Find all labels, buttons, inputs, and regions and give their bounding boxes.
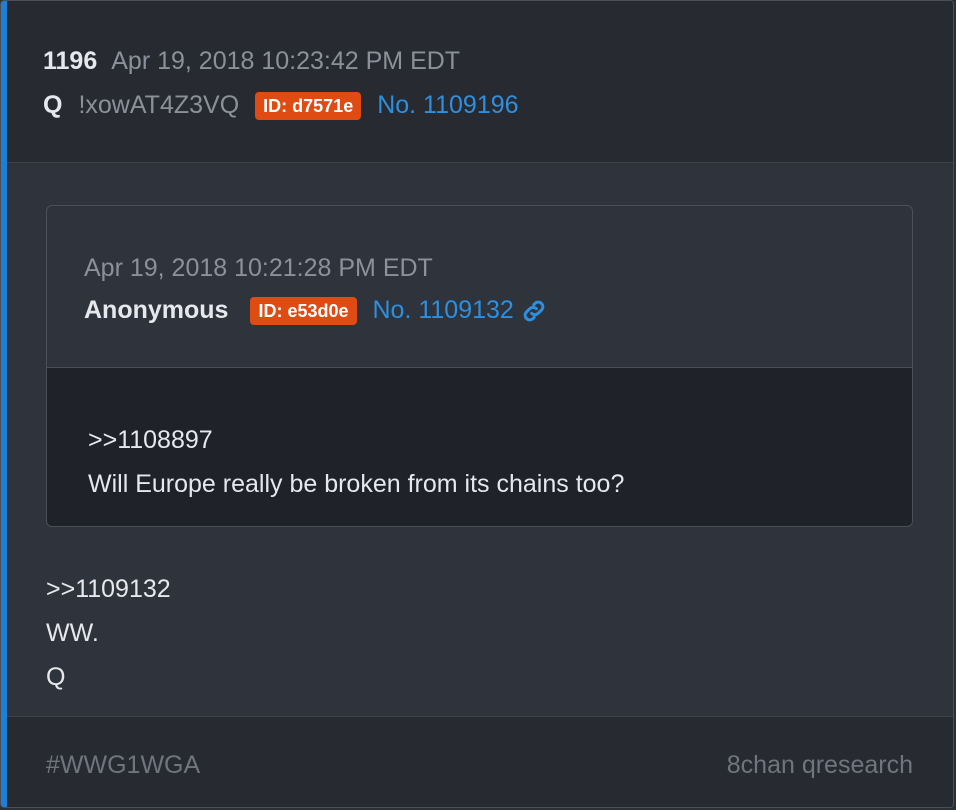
post-id-badge: ID: d7571e: [255, 91, 362, 120]
post-meta-line: 1196 Apr 19, 2018 10:23:42 PM EDT: [43, 47, 460, 76]
quoted-post-body: >>1108897 Will Europe really be broken f…: [47, 368, 912, 526]
post-author-line: Q !xowAT4Z3VQ ID: d7571e No. 1109196: [43, 91, 519, 120]
reply-text: >>1109132 WW. Q: [46, 567, 171, 699]
source-label: 8chan qresearch: [726, 751, 913, 779]
quoted-text: >>1108897 Will Europe really be broken f…: [88, 418, 624, 506]
quoted-text-line[interactable]: >>1108897: [88, 418, 624, 462]
reply-line[interactable]: >>1109132: [46, 567, 171, 611]
hashtag: #WWG1WGA: [46, 751, 201, 779]
quoted-datetime: Apr 19, 2018 10:21:28 PM EDT: [84, 254, 433, 282]
quoted-post: Apr 19, 2018 10:21:28 PM EDT Anonymous I…: [46, 205, 913, 527]
link-icon[interactable]: [520, 297, 548, 325]
post-card: 1196 Apr 19, 2018 10:23:42 PM EDT Q !xowA…: [0, 0, 954, 808]
quoted-post-header: Apr 19, 2018 10:21:28 PM EDT Anonymous I…: [47, 206, 912, 368]
quoted-author: Anonymous: [84, 296, 229, 324]
post-author: Q: [43, 91, 63, 119]
post-footer: #WWG1WGA 8chan qresearch: [7, 716, 953, 807]
quoted-post-number-link[interactable]: No. 1109132: [373, 296, 514, 325]
post-datetime: Apr 19, 2018 10:23:42 PM EDT: [111, 47, 461, 75]
post-number: 1196: [43, 47, 98, 75]
reply-line: WW.: [46, 619, 99, 647]
quoted-id-badge: ID: e53d0e: [250, 296, 357, 325]
post-header: 1196 Apr 19, 2018 10:23:42 PM EDT Q !xowA…: [7, 1, 953, 163]
post-body: Apr 19, 2018 10:21:28 PM EDT Anonymous I…: [7, 163, 953, 716]
post-number-link[interactable]: No. 1109196: [377, 91, 518, 120]
post-tripcode: !xowAT4Z3VQ: [78, 91, 240, 119]
quoted-text-line: Will Europe really be broken from its ch…: [88, 470, 625, 498]
quoted-author-line: Anonymous ID: e53d0e No. 1109132: [84, 296, 548, 325]
reply-line: Q: [46, 663, 66, 691]
